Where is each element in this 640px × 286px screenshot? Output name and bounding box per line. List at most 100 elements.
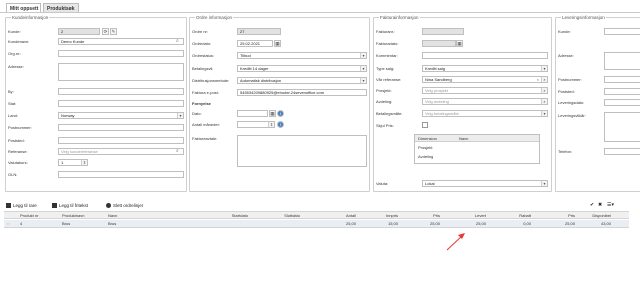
cell-name[interactable]: Brus [108,221,116,226]
calendar-icon[interactable]: ▦ [269,110,276,117]
add-row-button[interactable]: Legg til rare [6,202,37,210]
months-stepper[interactable]: ⇕ [237,121,275,128]
label-fakturanr: Fakturanr.: [376,29,396,34]
customer-name-field[interactable]: Demo Kunde [58,38,184,45]
header-total-price[interactable]: Pris [541,213,575,218]
reference-field[interactable]: Velg kundereferanse [58,148,184,155]
calendar-icon[interactable]: ▦ [274,40,281,47]
refresh-icon[interactable]: ⟳ [102,28,109,35]
exchange-rate-stepper[interactable]: 1 ⇕ [58,159,88,166]
postal-place-field[interactable] [58,137,184,144]
currency-select[interactable]: Lokal ▾ [422,180,548,187]
gln-field[interactable] [58,171,184,178]
cell-product-number[interactable]: 4 [20,221,22,226]
cancel-icon[interactable]: ✖ [598,202,602,210]
chevron-down-icon[interactable]: ▾ [360,78,366,83]
delivery-postal-code-field[interactable] [604,76,640,83]
invoice-number-field[interactable] [422,28,464,35]
close-icon[interactable]: × [537,77,539,82]
drag-handle-icon[interactable]: ⇔ [6,221,11,226]
delete-lines-button[interactable]: Slett ordrelinjer [106,202,143,210]
stepper-icon[interactable]: ⇕ [268,122,274,127]
chevron-down-icon[interactable]: ▾ [360,53,366,58]
phone-field[interactable] [604,148,640,155]
search-icon[interactable]: ⌕ [176,38,179,44]
info-icon[interactable]: i [277,121,284,128]
header-price[interactable]: Pris [406,213,440,218]
header-name[interactable]: Navn [108,213,117,218]
edit-icon[interactable]: ✎ [110,28,117,35]
cell-total-price[interactable]: 25,00 [541,221,575,226]
dimension-row-prosjekt[interactable]: Prosjekt [418,145,432,150]
address-field[interactable] [58,63,184,81]
postal-code-field[interactable] [58,124,184,131]
order-date-field[interactable]: 25.02.2021 [237,40,273,47]
table-row[interactable]: ⇔ 4 Brus Brus 25,00 15,00 25,00 25,00 0,… [4,220,629,228]
confirm-icon[interactable]: ✔ [590,202,594,210]
cell-available[interactable]: 43,00 [577,221,611,226]
chevron-down-icon[interactable]: ▾ [541,66,547,71]
delivery-panel: Leveringsinformasjon Kunde: Adresse: Pos… [555,15,640,192]
comment-field[interactable] [422,52,548,59]
chevron-down-icon[interactable]: ▾ [177,113,183,118]
delivery-date-field[interactable] [604,99,640,106]
org-number-field[interactable] [58,50,184,57]
order-status-select[interactable]: Tilbud ▾ [237,52,367,59]
cell-product-name[interactable]: Brus [62,221,70,226]
tab-mitt-oppsett[interactable]: Mitt oppsett [6,3,41,12]
header-end-date[interactable]: Sluttdato [266,213,300,218]
info-icon[interactable]: i [277,110,284,117]
our-reference-select[interactable]: Nina Sandberg × ⌕ [422,76,548,83]
renewal-date-field[interactable] [237,110,268,117]
project-select[interactable]: Velg prosjekt ⌕ [422,87,548,94]
search-icon[interactable]: ⌕ [176,148,179,154]
cell-delivered[interactable]: 25,00 [452,221,486,226]
columns-menu-icon[interactable]: ☰▾ [607,202,614,210]
header-discount[interactable]: Rabatt [497,213,531,218]
label-leveringsdato: Leveringsdato: [558,100,585,105]
department-select[interactable]: Velg avdeling ⌕ [422,98,548,105]
chevron-down-icon[interactable]: ▾ [541,111,547,116]
city-field[interactable] [58,88,184,95]
header-quantity[interactable]: Antall [322,213,356,218]
header-cost-price[interactable]: Innpris [364,213,398,218]
header-product-name[interactable]: Produktnavn [62,213,84,218]
delivery-postal-place-field[interactable] [604,88,640,95]
delivery-terms-field[interactable] [604,112,640,142]
customer-number-field[interactable]: 2 [58,28,100,35]
invoice-agreement-field[interactable] [237,135,367,167]
chevron-down-icon[interactable]: ▾ [360,66,366,71]
cell-discount[interactable]: 0,00 [497,221,531,226]
delivery-address-field[interactable] [604,52,640,70]
order-number-field[interactable]: 27 [237,28,281,35]
country-select[interactable]: Norway ▾ [58,112,184,119]
label-ordredato: Ordredato: [192,41,212,46]
sale-type-select[interactable]: Kreditt salg ▾ [422,65,548,72]
cell-cost-price[interactable]: 15,00 [364,221,398,226]
search-icon[interactable]: ⌕ [541,99,547,104]
label-avdeling: Avdeling: [376,99,393,104]
stepper-icon[interactable]: ⇕ [81,160,87,165]
state-field[interactable] [58,100,184,107]
distribution-method-select[interactable]: Automatisk distribusjon ▾ [237,77,367,84]
header-start-date[interactable]: Startdato [214,213,248,218]
cell-price[interactable]: 25,00 [406,221,440,226]
tab-produktsok[interactable]: Produktsøk [43,3,79,12]
add-text-button[interactable]: Legg til fritekst [52,202,88,210]
payment-terms-select[interactable]: Kreditt 14 dager ▾ [237,65,367,72]
payment-method-select[interactable]: Velg betalingsmåte ▾ [422,110,548,117]
chevron-down-icon[interactable]: ▾ [541,181,547,186]
dimension-row-avdeling[interactable]: Avdeling [418,154,433,159]
hide-price-checkbox[interactable] [422,122,428,128]
invoice-email-field[interactable]: 545534209880925@ehoder.24sevenoffice.com [237,89,367,96]
calendar-icon[interactable]: ▦ [456,40,463,47]
search-icon[interactable]: ⌕ [541,88,547,93]
search-icon[interactable]: ⌕ [541,77,547,82]
invoice-date-field[interactable] [422,40,456,47]
cell-quantity[interactable]: 25,00 [322,221,356,226]
delivery-customer-field[interactable] [604,28,640,35]
header-product-number[interactable]: Produkt nr [20,213,38,218]
header-delivered[interactable]: Levert [452,213,486,218]
label-var-referanse: Vår referanse: [376,77,402,82]
header-available[interactable]: Disponibel [577,213,611,218]
